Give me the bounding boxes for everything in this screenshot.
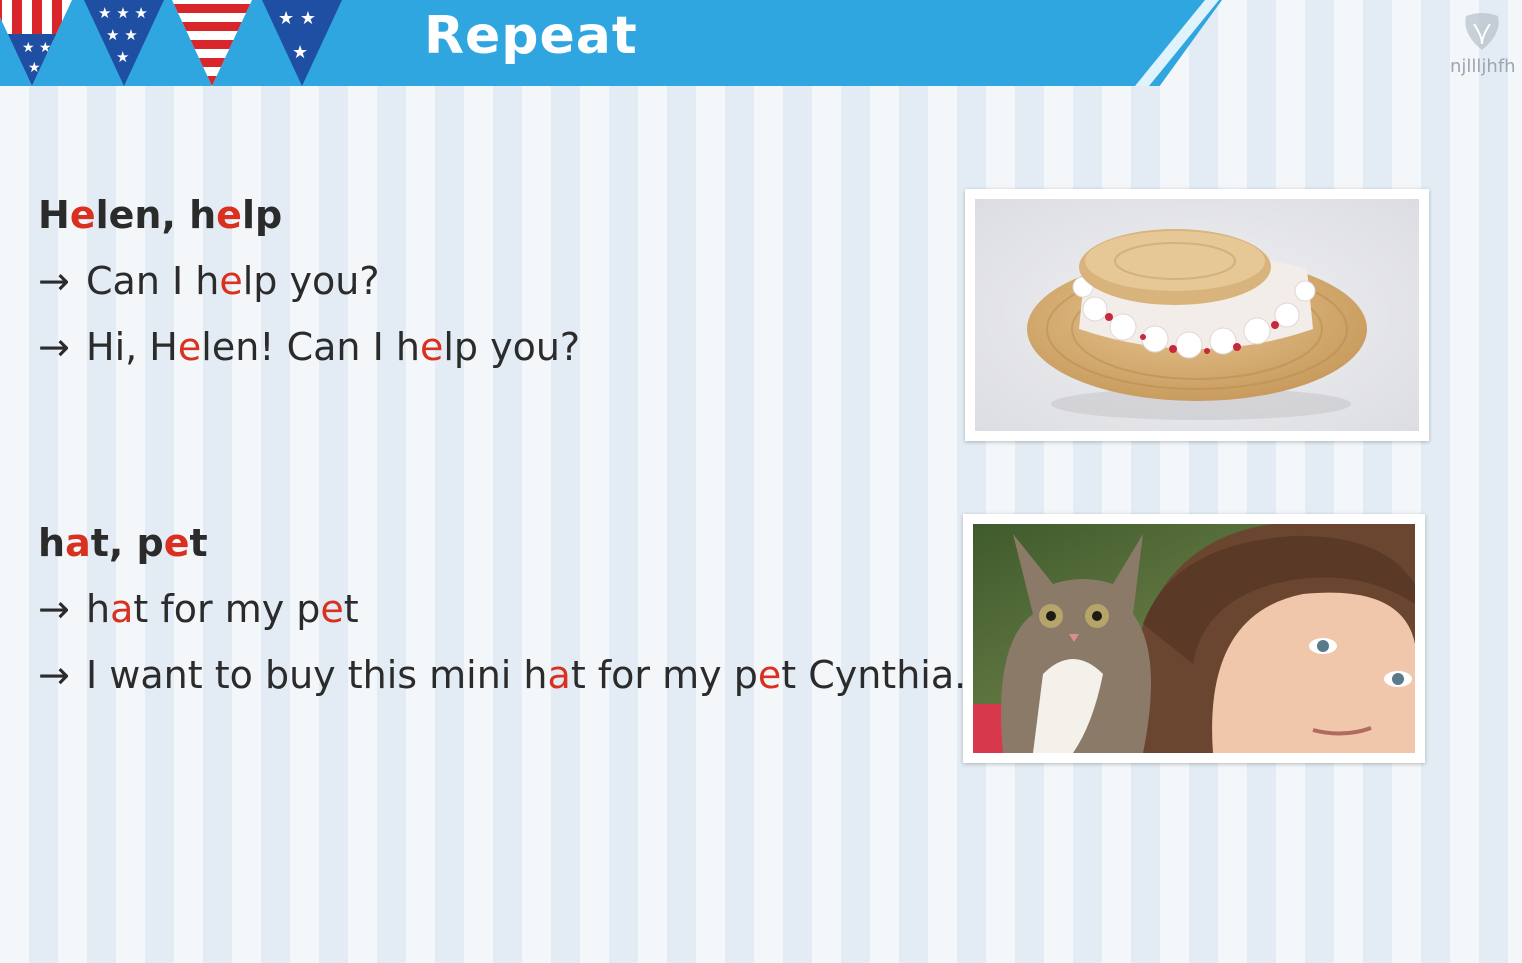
- leaf-logo-icon: [1465, 13, 1499, 50]
- watermark-text: njllljhfh: [1450, 56, 1516, 77]
- kitten-photo: [963, 514, 1425, 763]
- svg-text:★: ★: [292, 42, 308, 63]
- phonics-section-hat-pet: hat, pet → hat for my pet → I want to buy …: [38, 510, 966, 708]
- straw-hat-image: [975, 199, 1419, 431]
- section-heading: Helen, help: [38, 193, 283, 237]
- girl-with-kitten-image: [973, 524, 1415, 753]
- example-line: → hat for my pet: [38, 576, 966, 642]
- phonics-section-helen-help: Helen, help → Can I help you? → Hi, Helen!…: [38, 182, 580, 380]
- svg-text:★ ★: ★ ★: [106, 26, 138, 44]
- banner-stripe-decoration: [1135, 0, 1219, 86]
- example-sentence: → I want to buy this mini hat for my pet …: [38, 642, 966, 708]
- section-heading: hat, pet: [38, 521, 208, 565]
- svg-text:★ ★: ★ ★: [22, 40, 52, 56]
- svg-text:★ ★ ★: ★ ★ ★: [98, 4, 148, 22]
- svg-text:★: ★: [28, 60, 41, 76]
- bunting-flags: ★ ★ ★ ★ ★ ★ ★ ★ ★ ★ ★ ★: [0, 0, 342, 86]
- svg-text:★: ★: [116, 48, 129, 66]
- arrow-icon: →: [38, 587, 70, 631]
- svg-text:★ ★: ★ ★: [278, 8, 316, 29]
- arrow-icon: →: [38, 653, 70, 697]
- hat-photo: [965, 189, 1429, 441]
- example-sentence: → Hi, Helen! Can I help you?: [38, 314, 580, 380]
- arrow-icon: →: [38, 259, 70, 303]
- example-line: → Can I help you?: [38, 248, 580, 314]
- arrow-icon: →: [38, 325, 70, 369]
- page-title: Repeat: [424, 6, 638, 66]
